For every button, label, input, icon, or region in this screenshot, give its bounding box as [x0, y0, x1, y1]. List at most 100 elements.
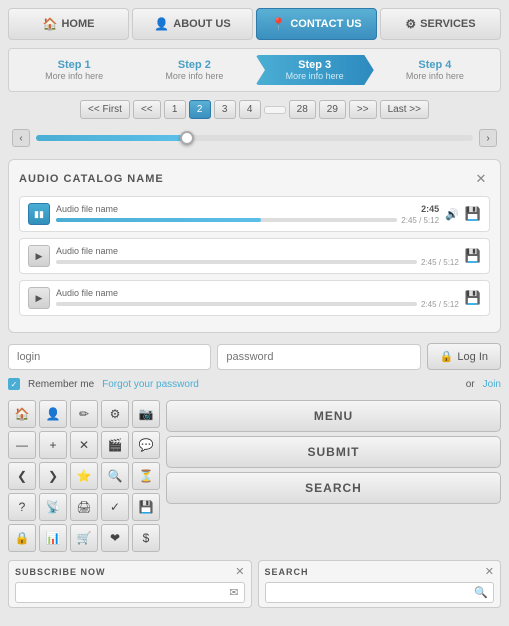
steps-bar: Step 1 More info here Step 2 More info h… — [8, 48, 501, 92]
search-input-row: 🔍 — [265, 582, 495, 603]
login-button[interactable]: 🔒 Log In — [427, 343, 501, 370]
nav-services[interactable]: ⚙ SERVICES — [380, 8, 501, 40]
track-info-1: Audio file name 2:45 2:45 / 5:12 — [56, 204, 439, 225]
slider-track[interactable] — [36, 135, 473, 141]
page-3[interactable]: 3 — [214, 100, 236, 119]
track-bar-1[interactable] — [56, 218, 397, 222]
save-icon-3[interactable]: 💾 — [465, 290, 481, 306]
subscribe-input[interactable] — [21, 587, 229, 598]
icon-check[interactable]: ✓ — [101, 493, 129, 521]
slider-thumb[interactable] — [180, 131, 194, 145]
slider-right-arrow[interactable]: › — [479, 129, 497, 147]
slider-fill — [36, 135, 189, 141]
icon-dollar[interactable]: $ — [132, 524, 160, 552]
nav-about[interactable]: 👤 ABOUT US — [132, 8, 253, 40]
step-1[interactable]: Step 1 More info here — [15, 55, 133, 85]
nav-bar: 🏠 HOME 👤 ABOUT US 📍 CONTACT US ⚙ SERVICE… — [8, 8, 501, 40]
icon-hourglass[interactable]: ⏳ — [132, 462, 160, 490]
password-input[interactable] — [217, 344, 420, 370]
join-link[interactable]: Join — [483, 379, 501, 390]
audio-track-3: ▶ Audio file name 2:45 / 5:12 💾 — [19, 280, 490, 316]
icon-search[interactable]: 🔍 — [101, 462, 129, 490]
icon-close[interactable]: ✕ — [70, 431, 98, 459]
login-sub-row: ✓ Remember me Forgot your password or Jo… — [8, 378, 501, 390]
page-2[interactable]: 2 — [189, 100, 211, 119]
icon-chart[interactable]: 📊 — [39, 524, 67, 552]
save-icon-2[interactable]: 💾 — [465, 248, 481, 264]
icon-plus[interactable]: + — [39, 431, 67, 459]
remember-label: Remember me — [28, 379, 94, 390]
page-dots — [264, 106, 286, 114]
volume-icon-1[interactable]: 🔊 — [445, 208, 459, 221]
icon-edit[interactable]: ✏ — [70, 400, 98, 428]
icon-camera[interactable]: 📷 — [132, 400, 160, 428]
search-icon: 🔍 — [474, 586, 488, 599]
save-icon-1[interactable]: 💾 — [465, 206, 481, 222]
page-4[interactable]: 4 — [239, 100, 261, 119]
catalog-close-btn[interactable]: ✕ — [472, 170, 490, 188]
audio-catalog: AUDIO CATALOG NAME ✕ ▮▮ Audio file name … — [8, 159, 501, 333]
page-prev-prev[interactable]: << — [133, 100, 161, 119]
icon-cart[interactable]: 🛒 — [70, 524, 98, 552]
submit-button[interactable]: SUBMIT — [166, 436, 501, 468]
icon-gear[interactable]: ⚙ — [101, 400, 129, 428]
icon-minus[interactable]: — — [8, 431, 36, 459]
search-close[interactable]: ✕ — [485, 565, 494, 578]
icon-heart[interactable]: ❤ — [101, 524, 129, 552]
nav-about-label: ABOUT US — [173, 18, 230, 30]
step-2[interactable]: Step 2 More info here — [135, 55, 253, 85]
catalog-title: AUDIO CATALOG NAME — [19, 173, 164, 185]
step-4[interactable]: Step 4 More info here — [376, 55, 494, 85]
remember-checkbox[interactable]: ✓ — [8, 378, 20, 390]
step-3[interactable]: Step 3 More info here — [256, 55, 374, 85]
icon-lock[interactable]: 🔒 — [8, 524, 36, 552]
icon-chat[interactable]: 💬 — [132, 431, 160, 459]
login-input[interactable] — [8, 344, 211, 370]
icon-save[interactable]: 💾 — [132, 493, 160, 521]
catalog-header: AUDIO CATALOG NAME ✕ — [19, 170, 490, 188]
login-btn-label: Log In — [457, 351, 488, 363]
search-input[interactable] — [271, 587, 475, 598]
subscribe-box: SUBSCRIBE NOW ✕ ✉ — [8, 560, 252, 608]
subscribe-icon: ✉ — [229, 586, 238, 599]
icon-left[interactable]: ❮ — [8, 462, 36, 490]
location-icon: 📍 — [271, 17, 286, 31]
nav-home[interactable]: 🏠 HOME — [8, 8, 129, 40]
icon-right[interactable]: ❯ — [39, 462, 67, 490]
search-big-button[interactable]: SEARCH — [166, 472, 501, 504]
track-total-2: 2:45 / 5:12 — [421, 258, 459, 267]
menu-button[interactable]: MENU — [166, 400, 501, 432]
icon-print[interactable]: 🖨 — [70, 493, 98, 521]
pause-btn-1[interactable]: ▮▮ — [28, 203, 50, 225]
slider-left-arrow[interactable]: ‹ — [12, 129, 30, 147]
icon-video[interactable]: 🎬 — [101, 431, 129, 459]
icon-rss[interactable]: 📡 — [39, 493, 67, 521]
page-last[interactable]: Last >> — [380, 100, 429, 119]
icon-home[interactable]: 🏠 — [8, 400, 36, 428]
track-name-2: Audio file name — [56, 246, 118, 256]
slider-row: ‹ › — [8, 127, 501, 149]
forgot-password-link[interactable]: Forgot your password — [102, 379, 458, 390]
right-buttons: MENU SUBMIT SEARCH — [166, 400, 501, 552]
nav-contact[interactable]: 📍 CONTACT US — [256, 8, 377, 40]
page-28[interactable]: 28 — [289, 100, 316, 119]
track-total-3: 2:45 / 5:12 — [421, 300, 459, 309]
icon-help[interactable]: ? — [8, 493, 36, 521]
track-bar-2[interactable] — [56, 260, 417, 264]
audio-track-1: ▮▮ Audio file name 2:45 2:45 / 5:12 🔊 💾 — [19, 196, 490, 232]
subscribe-close[interactable]: ✕ — [235, 565, 244, 578]
user-icon: 👤 — [154, 17, 169, 31]
page-first[interactable]: << First — [80, 100, 130, 119]
icon-user[interactable]: 👤 — [39, 400, 67, 428]
play-btn-3[interactable]: ▶ — [28, 287, 50, 309]
home-icon: 🏠 — [43, 17, 58, 31]
page-next-next[interactable]: >> — [349, 100, 377, 119]
page-29[interactable]: 29 — [319, 100, 346, 119]
play-btn-2[interactable]: ▶ — [28, 245, 50, 267]
track-total-1: 2:45 / 5:12 — [401, 216, 439, 225]
icon-star[interactable]: ⭐ — [70, 462, 98, 490]
page-1[interactable]: 1 — [164, 100, 186, 119]
track-fill-1 — [56, 218, 261, 222]
track-bar-3[interactable] — [56, 302, 417, 306]
bottom-row: SUBSCRIBE NOW ✕ ✉ SEARCH ✕ 🔍 — [8, 560, 501, 608]
